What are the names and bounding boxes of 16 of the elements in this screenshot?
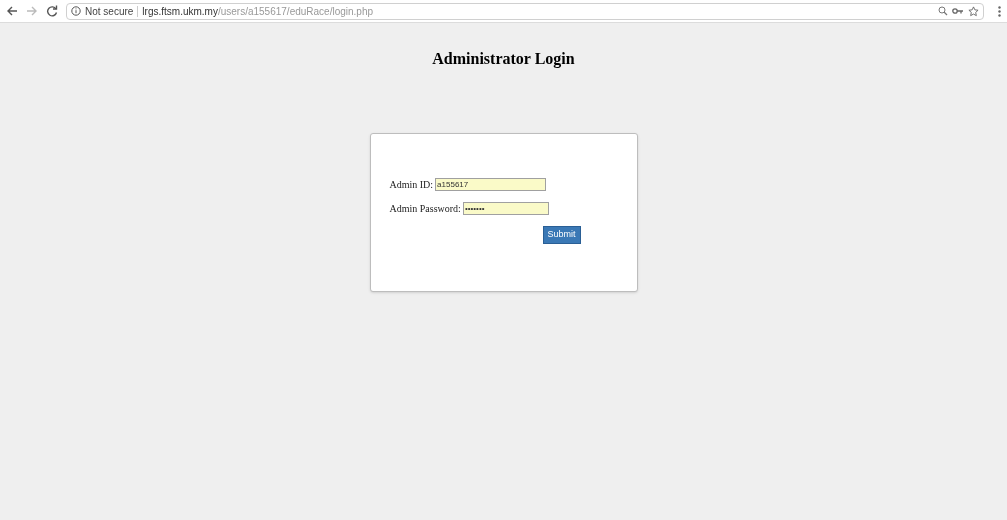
- input-field[interactable]: a155617: [435, 178, 547, 191]
- star-icon[interactable]: [968, 5, 979, 17]
- zoom-icon[interactable]: [938, 6, 948, 16]
- key-icon[interactable]: [952, 7, 964, 15]
- menu-icon[interactable]: [998, 5, 1001, 17]
- security-label: Not secure: [85, 4, 134, 19]
- field-label: Admin Password:: [389, 202, 461, 216]
- submit-button[interactable]: Submit: [542, 226, 581, 244]
- back-icon[interactable]: [6, 5, 18, 17]
- address-bar[interactable]: Not secure lrgs.ftsm.ukm.my/users/a155617/eduRace/login.php: [66, 2, 984, 20]
- page-title: Administrator Login: [432, 49, 575, 70]
- input-field[interactable]: •••••••: [462, 202, 549, 215]
- url-text: lrgs.ftsm.ukm.my/users/a155617/eduRace/login.php: [142, 4, 374, 19]
- reload-icon[interactable]: [46, 5, 58, 17]
- info-icon[interactable]: [71, 6, 81, 16]
- field-label: Admin ID:: [389, 178, 434, 192]
